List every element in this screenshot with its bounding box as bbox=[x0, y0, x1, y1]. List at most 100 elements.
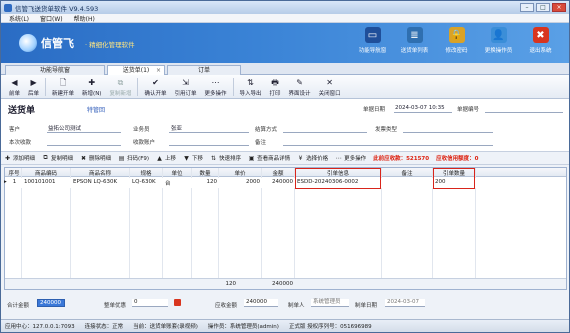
customer-field[interactable]: 益拓公司测试 bbox=[48, 124, 81, 132]
toolbar-button-add[interactable]: ✚ 新增(N) bbox=[78, 75, 105, 97]
table-header: 序号 商品编码 商品名称 规格 单位 数量 单价 金额 引单信息 备注 引单数量 bbox=[5, 168, 566, 177]
close-window-icon: ✕ bbox=[326, 78, 333, 87]
table-cell[interactable]: 120 bbox=[194, 179, 218, 185]
column-header[interactable]: 序号 bbox=[7, 169, 21, 177]
next-icon: ▶ bbox=[30, 78, 37, 87]
menu-system[interactable]: 系统(L) bbox=[9, 14, 29, 23]
maximize-button[interactable]: □ bbox=[536, 3, 550, 12]
close-button[interactable]: × bbox=[552, 3, 566, 12]
tab-close-icon[interactable]: × bbox=[156, 66, 161, 75]
toolbar-button-next[interactable]: ▶ 后单 bbox=[24, 75, 43, 97]
checkbox-icon[interactable] bbox=[174, 299, 181, 306]
more-ops-icon: ⋯ bbox=[335, 154, 342, 162]
detail-button-label: 选择价格 bbox=[306, 156, 329, 162]
minimize-button[interactable]: – bbox=[520, 3, 534, 12]
detail-button-sort[interactable]: ⇅ 快速排序 bbox=[210, 154, 241, 163]
table-cell[interactable]: LQ-630K bbox=[132, 179, 161, 185]
banner-button-list[interactable]: ≣ 送货单列表 bbox=[396, 27, 433, 54]
table-cell[interactable]: EPSON LQ-630K bbox=[73, 179, 128, 185]
discount-label: 整单优惠 bbox=[104, 303, 127, 309]
table-cell[interactable]: 240000 bbox=[264, 179, 293, 185]
column-header[interactable]: 单价 bbox=[219, 169, 261, 177]
menu-bar: 系统(L) 窗口(W) 帮助(H) bbox=[1, 14, 569, 23]
banner-button-user[interactable]: 👤 更换操作员 bbox=[480, 27, 517, 54]
detail-button-delete-row[interactable]: ✖ 删除明细 bbox=[80, 154, 111, 163]
status-bar: 应用中心：127.0.0.1:7093 连接状态：正常 当前：送货单账套(录视频) 操… bbox=[1, 319, 569, 332]
detail-button-label: 上移 bbox=[165, 156, 177, 162]
tab-delivery-note[interactable]: 送货单(1) × bbox=[107, 65, 165, 75]
column-header[interactable]: 商品名称 bbox=[71, 169, 129, 177]
maker-field: 系统管理员 bbox=[311, 299, 349, 307]
toolbar-button-reference[interactable]: ⇲ 引用订单 bbox=[170, 75, 200, 97]
toolbar-button-print[interactable]: 🖶 打印 bbox=[266, 75, 285, 97]
status-item: 操作员：系统管理员(admin) bbox=[207, 324, 279, 330]
menu-help[interactable]: 帮助(H) bbox=[74, 14, 95, 23]
date-field[interactable]: 2024-03-07 10:35 bbox=[395, 105, 445, 111]
detail-button-detail[interactable]: ▣ 查看商品详情 bbox=[248, 154, 291, 163]
discount-field[interactable]: 0 bbox=[132, 299, 168, 307]
column-header[interactable]: 数量 bbox=[192, 169, 218, 177]
table-cell[interactable]: 2000 bbox=[221, 179, 260, 185]
detail-button-price[interactable]: ¥ 选择价格 bbox=[297, 154, 329, 163]
user-icon: 👤 bbox=[490, 27, 507, 43]
down-icon: ▼ bbox=[184, 154, 189, 162]
highlight-ref-info bbox=[295, 168, 381, 189]
toolbar-button-close-window[interactable]: ✕ 关闭窗口 bbox=[315, 75, 345, 97]
detail-button-label: 复制明细 bbox=[51, 156, 74, 162]
toolbar-button-new-doc[interactable]: 🗋 新建开单 bbox=[48, 75, 78, 97]
menu-window[interactable]: 窗口(W) bbox=[40, 14, 63, 23]
title-bar: 信管飞送货单软件 V9.4.593 – □ × bbox=[1, 1, 569, 14]
toolbar-button-label: 前单 bbox=[9, 91, 21, 97]
toolbar-button-import-export[interactable]: ⇅ 导入导出 bbox=[236, 75, 266, 97]
toolbar-button-design[interactable]: ✎ 界面设计 bbox=[285, 75, 315, 97]
toolbar: ◀ 前单 ▶ 后单 🗋 新建开单 ✚ 新增(N) ⧉ 复制新增 ✔ 确认开单 ⇲ 引用订单 ⋯ 更多操作 ⇅ 导入… bbox=[1, 75, 569, 99]
banner-button-exit[interactable]: ✖ 退出系统 bbox=[522, 27, 559, 54]
brand-slogan: · 精细化管理软件 bbox=[85, 41, 135, 49]
status-item: 应用中心：127.0.0.1:7093 bbox=[5, 324, 75, 330]
column-header[interactable]: 单位 bbox=[163, 169, 191, 177]
tab-order[interactable]: 订单 bbox=[167, 65, 241, 75]
remark-label: 备注 bbox=[255, 140, 267, 146]
detail-button-up[interactable]: ▲ 上移 bbox=[156, 154, 177, 163]
doc-subtitle: 特管回 bbox=[87, 107, 106, 114]
banner-button-lock[interactable]: 🔒 修改密码 bbox=[438, 27, 475, 54]
detail-button-label: 查看商品详情 bbox=[257, 156, 291, 162]
column-header[interactable]: 金额 bbox=[262, 169, 294, 177]
detail-button-add-row[interactable]: ✚ 添加明细 bbox=[4, 154, 35, 163]
table-cell[interactable]: 台 bbox=[165, 179, 190, 187]
detail-button-down[interactable]: ▼ 下移 bbox=[183, 154, 203, 163]
due-field[interactable]: 240000 bbox=[244, 299, 278, 307]
credit-text: 应收信用额度：0 bbox=[436, 156, 479, 162]
detail-button-copy-row[interactable]: ⧉ 复制明细 bbox=[42, 154, 73, 162]
number-label: 单据编号 bbox=[457, 107, 480, 113]
total-label: 合计金额 bbox=[7, 303, 30, 309]
toolbar-button-prev[interactable]: ◀ 前单 bbox=[5, 75, 24, 97]
column-header[interactable]: 规格 bbox=[130, 169, 162, 177]
banner-button-monitor[interactable]: ▭ 功能导航窗 bbox=[354, 27, 391, 54]
new-doc-icon: 🗋 bbox=[59, 78, 67, 87]
due-label: 应收金额 bbox=[215, 303, 238, 309]
toolbar-button-label: 打印 bbox=[269, 91, 281, 97]
total-field[interactable]: 240000 bbox=[37, 299, 65, 307]
salesman-field[interactable]: 张亚 bbox=[171, 124, 182, 132]
column-header[interactable]: 商品编码 bbox=[22, 169, 70, 177]
table-cell[interactable]: 1 bbox=[9, 179, 20, 185]
status-item: 正式版 授权序列号：051696989 bbox=[288, 324, 372, 330]
banner-button-label: 退出系统 bbox=[529, 48, 552, 54]
make-date-label: 制单日期 bbox=[355, 303, 378, 309]
toolbar-button-confirm[interactable]: ✔ 确认开单 bbox=[140, 75, 170, 97]
detail-button-more-ops[interactable]: ⋯ 更多操作 bbox=[335, 154, 367, 163]
column-header[interactable]: 备注 bbox=[382, 169, 432, 177]
toolbar-button-label: 关闭窗口 bbox=[318, 91, 341, 97]
detail-button-scan[interactable]: ▤ 扫码(F9) bbox=[118, 154, 149, 163]
toolbar-separator bbox=[137, 78, 139, 96]
footer-form: 合计金额 240000 整单优惠 0 应收金额 240000 制单人 系统管理员… bbox=[1, 292, 569, 319]
highlight-ref-qty bbox=[433, 168, 475, 189]
monitor-icon: ▭ bbox=[364, 27, 381, 43]
reference-icon: ⇲ bbox=[182, 78, 189, 87]
toolbar-button-more[interactable]: ⋯ 更多操作 bbox=[201, 75, 231, 97]
table-row[interactable]: ▸ 1 100101001 EPSON LQ-630K LQ-630K 台 120 2000 2… bbox=[4, 178, 566, 188]
app-logo-icon bbox=[4, 3, 12, 12]
tab-navigation[interactable]: 功能导航窗 bbox=[5, 65, 105, 75]
table-cell[interactable]: 100101001 bbox=[24, 179, 69, 185]
